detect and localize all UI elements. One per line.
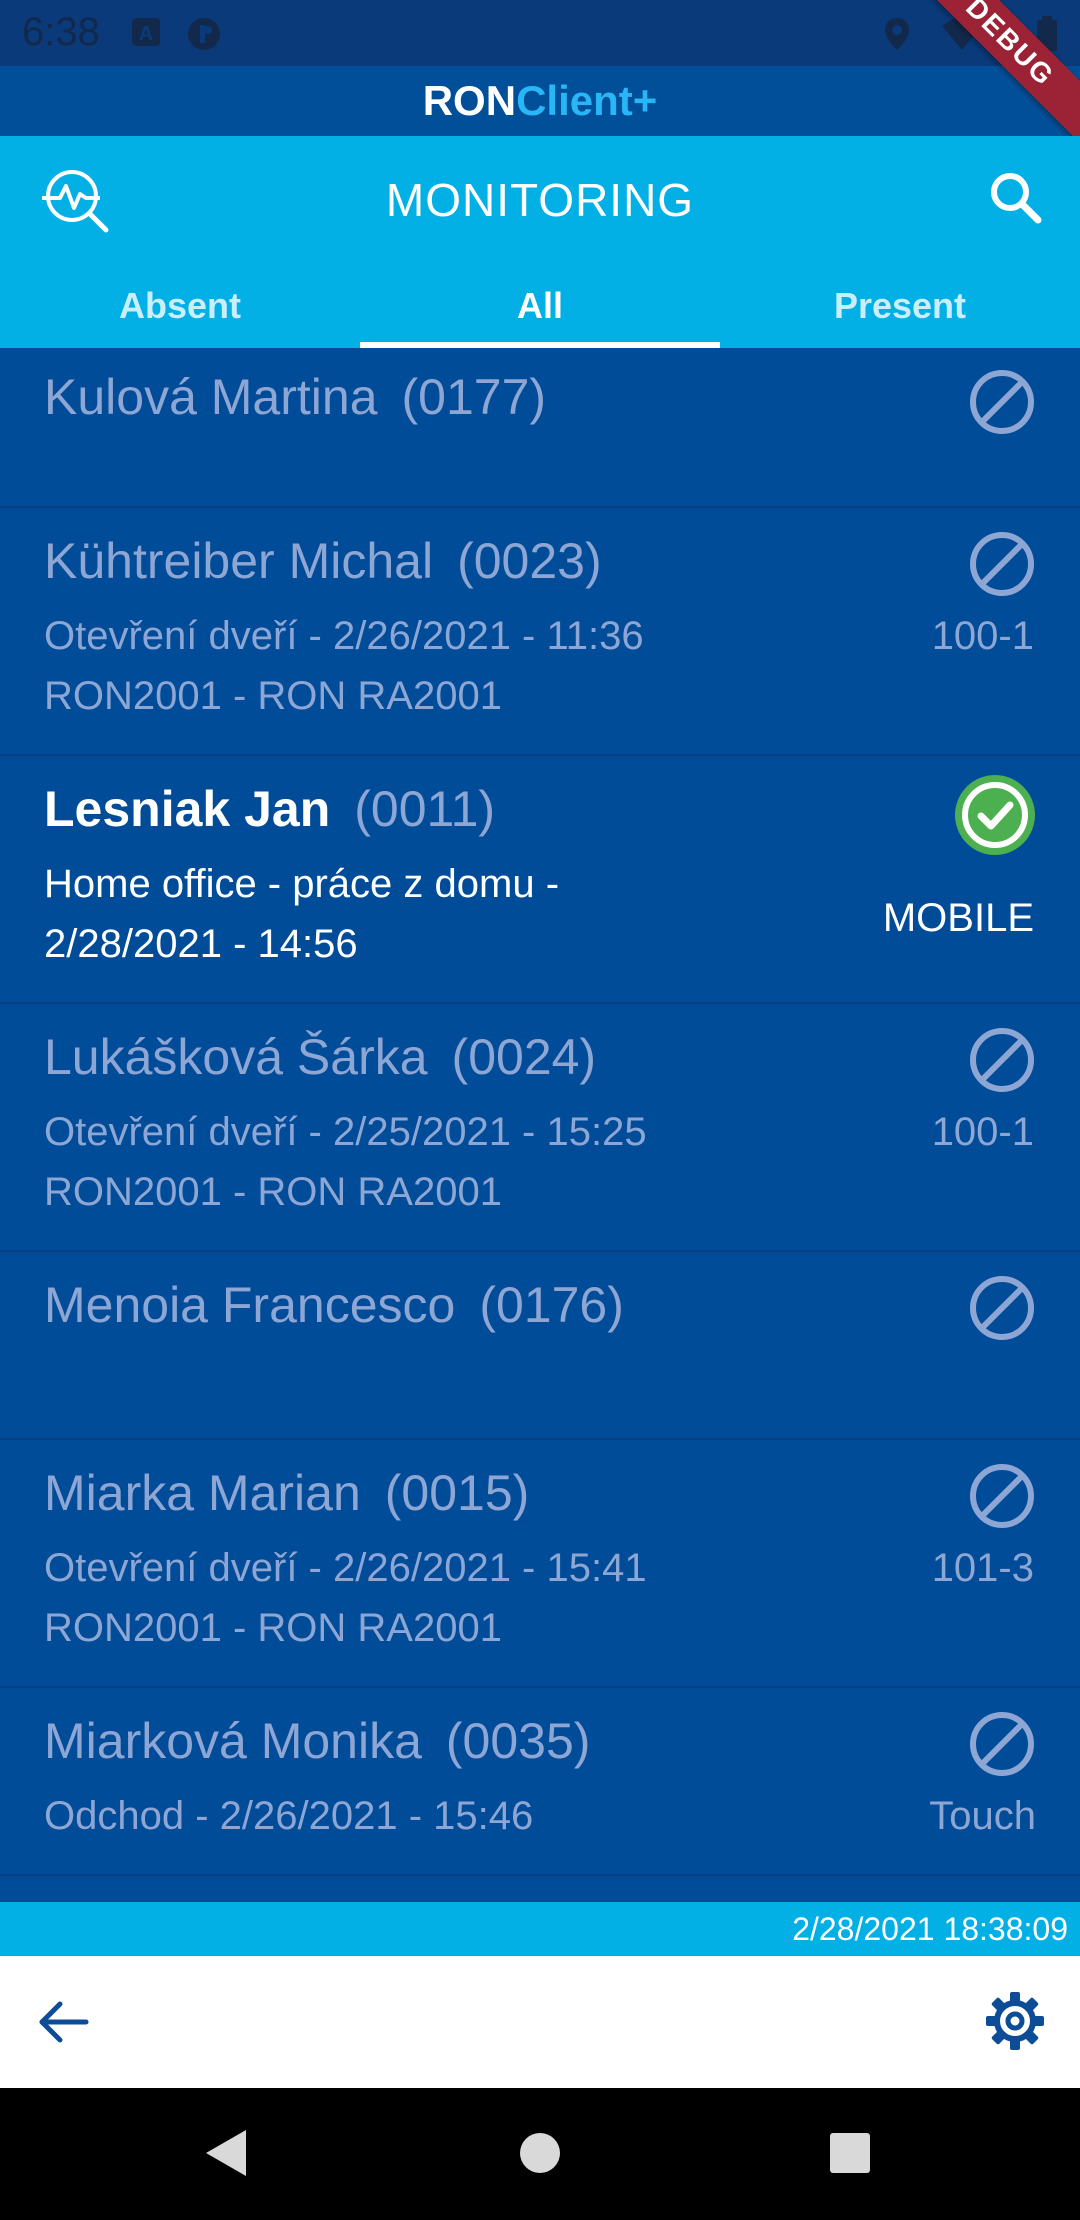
event-time: 2/28/2021 - 14:56 [44, 922, 358, 966]
sync-timestamp: 2/28/2021 18:38:09 [792, 1911, 1068, 1947]
location-icon [882, 16, 912, 57]
list-item[interactable]: Miarková Monika (0035) Odchod - 2/26/2021… [0, 1688, 1080, 1876]
tab-all[interactable]: All [360, 264, 720, 348]
absent-icon [968, 530, 1036, 603]
absent-icon [968, 1274, 1036, 1347]
list-item[interactable]: Lesniak Jan (0011) Home office - práce z … [0, 756, 1080, 1004]
employee-name: Miarková Monika [44, 1713, 422, 1769]
employee-code: (0177) [401, 369, 547, 425]
list-item[interactable]: Kühtreiber Michal (0023) Otevření dveří -… [0, 508, 1080, 756]
nav-recents-icon[interactable] [828, 2128, 872, 2183]
employee-name: Kühtreiber Michal [44, 533, 434, 589]
brand-header: RONClient+ [0, 66, 1080, 136]
absent-icon [968, 368, 1036, 441]
app-bar: MONITORING [0, 136, 1080, 264]
system-nav-bar [0, 2088, 1080, 2220]
nav-home-icon[interactable] [518, 2128, 562, 2183]
list-item[interactable]: Miarka Marian (0015) Otevření dveří - 2/2… [0, 1440, 1080, 1688]
status-time: 6:38 [22, 10, 100, 54]
last-event: Otevření dveří - 2/25/2021 - 15:25 [44, 1110, 647, 1154]
last-event: Odchod - 2/26/2021 - 15:46 [44, 1794, 534, 1838]
last-event: Otevření dveří - 2/26/2021 - 15:41 [44, 1546, 647, 1590]
employee-code: (0011) [354, 781, 496, 837]
app-notification-icon [186, 16, 222, 57]
back-arrow-icon[interactable] [34, 1992, 94, 2057]
brand-logo: RONClient+ [422, 77, 658, 124]
absent-icon [968, 1462, 1036, 1535]
tab-bar: Absent All Present [0, 264, 1080, 348]
employee-name: Menoia Francesco [44, 1277, 456, 1333]
present-check-icon [954, 774, 1036, 861]
list-item[interactable]: Kulová Martina (0177) [0, 348, 1080, 508]
sync-status-bar: 2/28/2021 18:38:09 [0, 1902, 1080, 1956]
terminal-info: RON2001 - RON RA2001 [44, 674, 502, 718]
gear-icon[interactable] [984, 1990, 1046, 2057]
absent-icon [968, 1710, 1036, 1783]
battery-icon [1036, 16, 1058, 57]
list-item[interactable]: Lukášková Šárka (0024) Otevření dveří - 2… [0, 1004, 1080, 1252]
employee-code: (0015) [384, 1465, 530, 1521]
device-label: 100-1 [931, 614, 1034, 658]
device-label: 101-3 [931, 1546, 1034, 1590]
employee-name: Lukášková Šárka [44, 1029, 428, 1085]
search-icon[interactable] [988, 170, 1042, 229]
svg-text:A: A [139, 23, 153, 45]
employee-code: (0035) [445, 1713, 591, 1769]
employee-name: Miarka Marian [44, 1465, 361, 1521]
bottom-toolbar [0, 1956, 1080, 2088]
device-label: MOBILE [882, 896, 1034, 940]
terminal-info: RON2001 - RON RA2001 [44, 1606, 502, 1650]
absent-icon [968, 1026, 1036, 1099]
employee-code: (0024) [451, 1029, 597, 1085]
device-label: 100-1 [931, 1110, 1034, 1154]
employee-code: (0176) [479, 1277, 624, 1333]
device-label: Touch [929, 1794, 1036, 1838]
status-bar: 6:38 A [0, 0, 1080, 66]
last-event: Home office - práce z domu - [44, 862, 560, 906]
notification-a-icon: A [130, 16, 162, 53]
employee-name: Kulová Martina [44, 369, 378, 425]
page-title: MONITORING [385, 174, 695, 226]
employee-name: Lesniak Jan [44, 781, 331, 837]
employee-list[interactable]: Kulová Martina (0177) Kühtreiber Michal (0… [0, 348, 1080, 1902]
last-event: Otevření dveří - 2/26/2021 - 11:36 [44, 614, 644, 658]
tab-absent[interactable]: Absent [0, 264, 360, 348]
list-item[interactable]: Menoia Francesco (0176) [0, 1252, 1080, 1440]
employee-code: (0023) [457, 533, 602, 589]
nav-back-icon[interactable] [204, 2128, 248, 2183]
tab-present[interactable]: Present [720, 264, 1080, 348]
terminal-info: RON2001 - RON RA2001 [44, 1170, 502, 1214]
wifi-icon [940, 16, 984, 55]
